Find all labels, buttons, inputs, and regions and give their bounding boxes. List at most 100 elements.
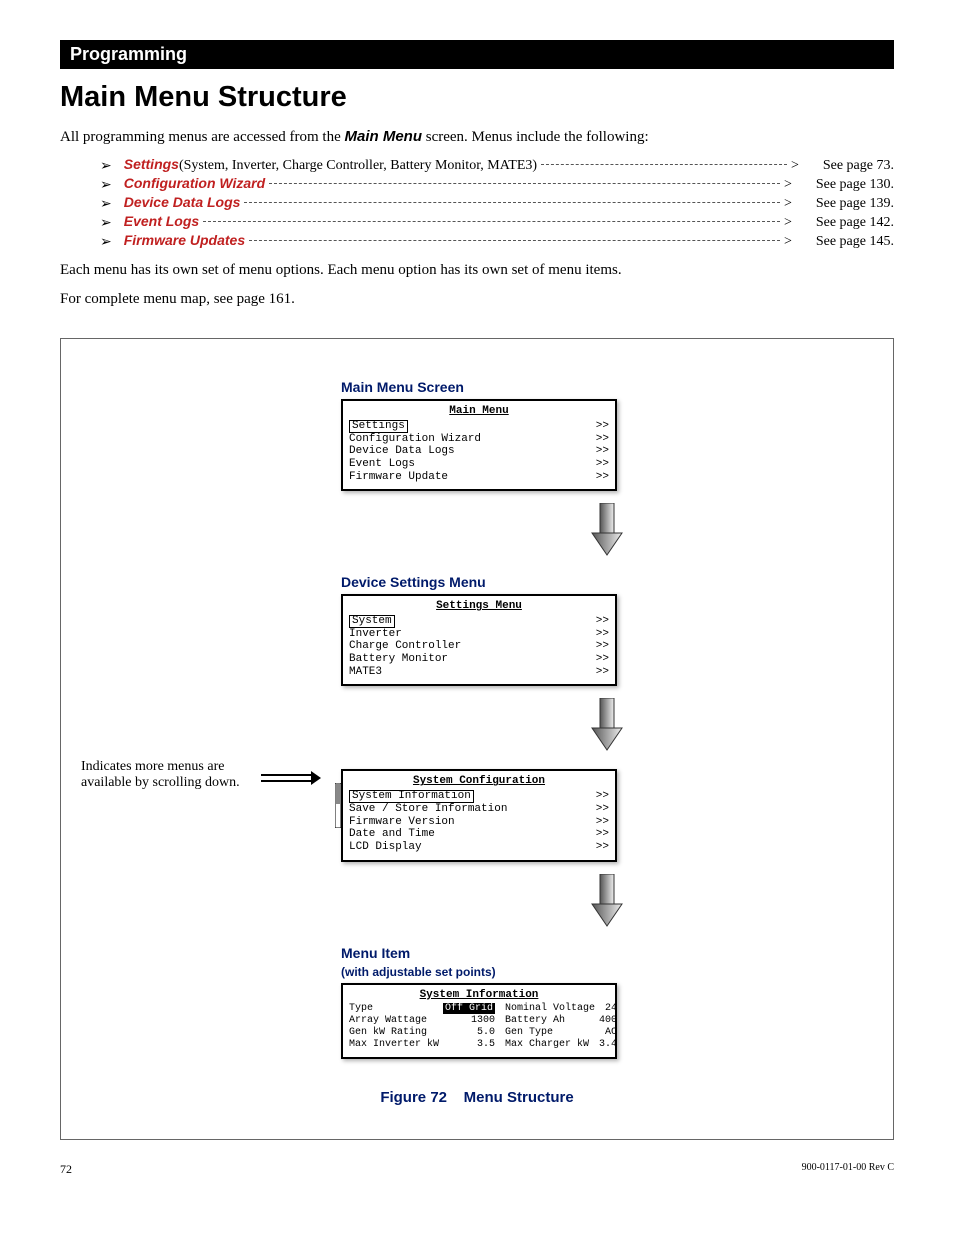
lcd-row: Configuration Wizard >> xyxy=(349,433,609,446)
lcd-row: Charge Controller>> xyxy=(349,640,609,653)
chevron-right-icon: >> xyxy=(596,420,609,433)
bullet-arrow-icon: ➢ xyxy=(100,233,112,250)
leader-arrow-icon: > xyxy=(784,177,792,193)
menu-item-name: Device Data Logs xyxy=(124,194,241,210)
info-value: 5.0 xyxy=(443,1027,495,1039)
lcd-title: Settings Menu xyxy=(349,600,609,613)
lcd-item: Configuration Wizard xyxy=(349,433,481,446)
info-value: 3.5 xyxy=(443,1039,495,1051)
page-title: Main Menu Structure xyxy=(60,81,894,114)
leader-dots xyxy=(269,183,780,184)
lcd-row: Date and Time >> xyxy=(349,828,609,841)
menu-item-label: Menu Item xyxy=(341,945,873,961)
lcd-row: Battery Monitor >> xyxy=(349,653,609,666)
chevron-right-icon: >> xyxy=(596,653,609,666)
lcd-selected: Settings xyxy=(349,420,408,433)
flow-arrow xyxy=(477,503,737,562)
flow-arrow xyxy=(477,698,737,757)
leader-arrow-icon: > xyxy=(784,215,792,231)
info-label: Max Inverter kW xyxy=(349,1039,439,1051)
scrollbar-icon xyxy=(335,783,341,828)
page-reference: See page 145. xyxy=(796,234,894,250)
chevron-right-icon: >> xyxy=(596,841,609,854)
bullet-arrow-icon: ➢ xyxy=(100,176,112,193)
figure-container: Indicates more menus are available by sc… xyxy=(60,338,894,1140)
main-menu-label: Main Menu Screen xyxy=(341,379,873,395)
page-footer: 72 900-0117-01-00 Rev C xyxy=(60,1162,894,1177)
figure-number: Figure 72 xyxy=(380,1089,447,1106)
lcd-row: MATE3>> xyxy=(349,666,609,679)
scroll-note: Indicates more menus are available by sc… xyxy=(81,759,251,791)
lcd-item: Inverter xyxy=(349,628,402,641)
info-value: Off Grid xyxy=(443,1003,495,1015)
menu-list-item: ➢ Settings (System, Inverter, Charge Cont… xyxy=(100,156,894,174)
body-text-2: For complete menu map, see page 161. xyxy=(60,291,894,308)
chevron-right-icon: >> xyxy=(596,615,609,628)
chevron-right-icon: >> xyxy=(596,433,609,446)
menu-item-extra: (System, Inverter, Charge Controller, Ba… xyxy=(179,158,537,174)
lcd-item: Battery Monitor xyxy=(349,653,448,666)
leader-dots xyxy=(249,240,780,241)
info-label: Max Charger kW xyxy=(499,1039,595,1051)
menu-item-name: Settings xyxy=(124,156,179,172)
flow-arrow xyxy=(477,874,737,933)
chevron-right-icon: >> xyxy=(596,458,609,471)
chevron-right-icon: >> xyxy=(596,828,609,841)
info-value: 24 xyxy=(599,1003,617,1015)
lcd-item: Date and Time xyxy=(349,828,435,841)
section-header: Programming xyxy=(60,40,894,69)
menu-list-item: ➢ Device Data Logs >See page 139. xyxy=(100,194,894,212)
lcd-title: System Information xyxy=(349,989,609,1002)
lcd-row: Event Logs>> xyxy=(349,458,609,471)
info-label: Gen Type xyxy=(499,1027,595,1039)
chevron-right-icon: >> xyxy=(596,471,609,484)
lcd-system-info: System Information TypeOff GridNominal V… xyxy=(341,983,617,1060)
page-reference: See page 139. xyxy=(796,196,894,212)
menu-list-item: ➢Event Logs>See page 142. xyxy=(100,213,894,231)
menu-list-item: ➢Firmware Updates >See page 145. xyxy=(100,232,894,250)
lcd-main-menu: Main Menu Settings >> Configuration Wizar… xyxy=(341,399,617,491)
page-reference: See page 130. xyxy=(796,177,894,193)
lcd-item: MATE3 xyxy=(349,666,382,679)
lcd-selected: System Information xyxy=(349,790,474,803)
chevron-right-icon: >> xyxy=(596,803,609,816)
bullet-arrow-icon: ➢ xyxy=(100,157,112,174)
lcd-item: Firmware Update xyxy=(349,471,448,484)
lcd-row: Firmware Update >> xyxy=(349,471,609,484)
settings-menu-label: Device Settings Menu xyxy=(341,574,873,590)
intro-text-pre: All programming menus are accessed from … xyxy=(60,129,345,145)
pointer-arrow-icon xyxy=(261,771,321,785)
info-label: Type xyxy=(349,1003,439,1015)
bullet-arrow-icon: ➢ xyxy=(100,195,112,212)
down-arrow-icon xyxy=(590,503,624,557)
leader-dots xyxy=(541,164,787,165)
page-reference: See page 73. xyxy=(803,158,894,174)
lcd-row: LCD Display >> xyxy=(349,841,609,854)
figure-title: Menu Structure xyxy=(464,1089,574,1106)
menu-list-item: ➢Configuration Wizard >See page 130. xyxy=(100,175,894,193)
leader-dots xyxy=(203,221,780,222)
info-value: 1300 xyxy=(443,1015,495,1027)
menu-item-name: Event Logs xyxy=(124,213,199,229)
body-text-1: Each menu has its own set of menu option… xyxy=(60,262,894,279)
chevron-right-icon: >> xyxy=(596,640,609,653)
info-value: AC xyxy=(599,1027,617,1039)
info-label: Array Wattage xyxy=(349,1015,439,1027)
lcd-row: Save / Store Information >> xyxy=(349,803,609,816)
lcd-selected-inverse: Off Grid xyxy=(443,1003,495,1014)
down-arrow-icon xyxy=(590,874,624,928)
lcd-item: LCD Display xyxy=(349,841,422,854)
down-arrow-icon xyxy=(590,698,624,752)
lcd-item: Save / Store Information xyxy=(349,803,507,816)
lcd-title: System Configuration xyxy=(349,775,609,788)
lcd-title: Main Menu xyxy=(349,405,609,418)
chevron-right-icon: >> xyxy=(596,628,609,641)
chevron-right-icon: >> xyxy=(596,790,609,803)
menu-item-name: Firmware Updates xyxy=(124,232,245,248)
figure-caption: Figure 72 Menu Structure xyxy=(81,1089,873,1106)
lcd-settings-menu: Settings Menu System>> Inverter>>Charge … xyxy=(341,594,617,686)
lcd-row: Inverter >> xyxy=(349,628,609,641)
leader-arrow-icon: > xyxy=(791,158,799,174)
chevron-right-icon: >> xyxy=(596,816,609,829)
leader-arrow-icon: > xyxy=(784,196,792,212)
